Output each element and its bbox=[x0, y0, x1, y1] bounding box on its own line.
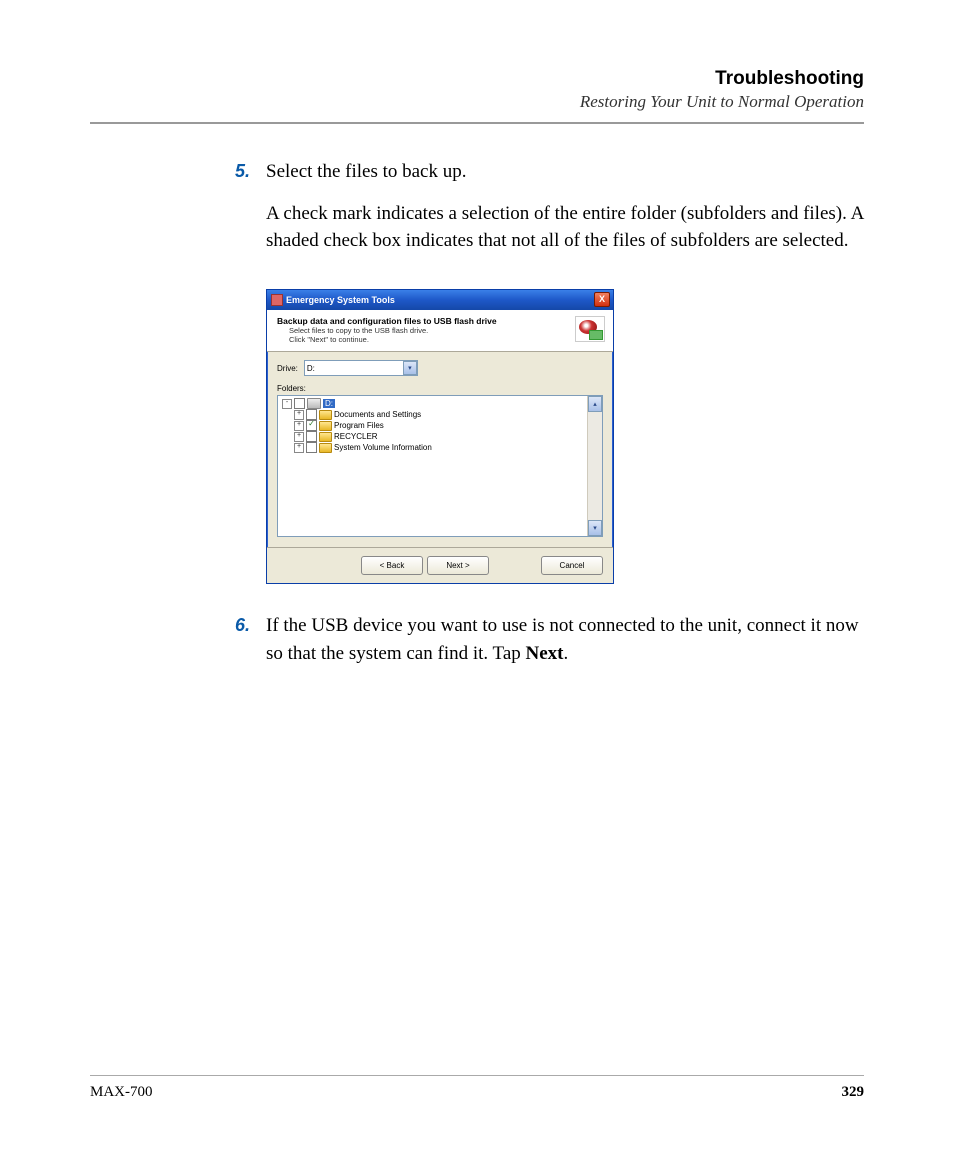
tree-item-label: System Volume Information bbox=[334, 443, 432, 452]
page-number: 329 bbox=[842, 1084, 865, 1101]
footer-model: MAX-700 bbox=[90, 1084, 153, 1101]
scroll-down-icon[interactable]: ▾ bbox=[588, 520, 602, 536]
backup-drive-icon bbox=[575, 316, 605, 342]
collapse-icon[interactable]: - bbox=[282, 399, 292, 409]
step-5-line-1: Select the files to back up. bbox=[266, 158, 864, 186]
drive-select-value: D: bbox=[307, 364, 315, 373]
emergency-system-tools-dialog: Emergency System Tools X Backup data and… bbox=[266, 289, 614, 585]
expand-icon[interactable]: + bbox=[294, 432, 304, 442]
step-5-number: 5. bbox=[210, 158, 266, 269]
cancel-button[interactable]: Cancel bbox=[541, 556, 603, 575]
expand-icon[interactable]: + bbox=[294, 443, 304, 453]
expand-icon[interactable]: + bbox=[294, 410, 304, 420]
expand-icon[interactable]: + bbox=[294, 421, 304, 431]
dialog-footer: < Back Next > Cancel bbox=[267, 547, 613, 583]
page-header-title: Troubleshooting bbox=[90, 68, 864, 90]
tree-checkbox[interactable] bbox=[306, 442, 317, 453]
folder-icon bbox=[319, 421, 332, 431]
dialog-subtext-2: Click "Next" to continue. bbox=[277, 335, 497, 345]
dialog-header: Backup data and configuration files to U… bbox=[267, 310, 613, 353]
dialog-titlebar: Emergency System Tools X bbox=[267, 290, 613, 310]
drive-select[interactable]: D: ▾ bbox=[304, 360, 418, 376]
folder-icon bbox=[319, 432, 332, 442]
tree-root-checkbox[interactable] bbox=[294, 398, 305, 409]
folder-icon bbox=[319, 410, 332, 420]
header-rule bbox=[90, 122, 864, 124]
tree-row[interactable]: + System Volume Information bbox=[282, 442, 583, 453]
vertical-scrollbar[interactable]: ▴ ▾ bbox=[587, 396, 602, 536]
scroll-up-icon[interactable]: ▴ bbox=[588, 396, 602, 412]
step-6-text: If the USB device you want to use is not… bbox=[266, 612, 864, 667]
tree-row[interactable]: + Program Files bbox=[282, 420, 583, 431]
footer-rule bbox=[90, 1075, 864, 1076]
next-button[interactable]: Next > bbox=[427, 556, 489, 575]
folder-tree[interactable]: - D: + Documents and Settings + bbox=[278, 396, 587, 536]
drive-icon bbox=[307, 398, 321, 409]
app-icon bbox=[271, 294, 283, 306]
step-6-number: 6. bbox=[210, 612, 266, 681]
close-icon[interactable]: X bbox=[594, 292, 610, 307]
drive-label: Drive: bbox=[277, 364, 298, 373]
tree-row[interactable]: + Documents and Settings bbox=[282, 409, 583, 420]
tree-root-label: D: bbox=[323, 399, 335, 408]
page-header-subtitle: Restoring Your Unit to Normal Operation bbox=[90, 92, 864, 112]
tree-item-label: Documents and Settings bbox=[334, 410, 421, 419]
tree-row[interactable]: + RECYCLER bbox=[282, 431, 583, 442]
tree-item-label: Program Files bbox=[334, 421, 384, 430]
tree-root-row[interactable]: - D: bbox=[282, 398, 583, 409]
back-button[interactable]: < Back bbox=[361, 556, 423, 575]
step-5-line-2: A check mark indicates a selection of th… bbox=[266, 200, 864, 255]
dialog-subtext-1: Select files to copy to the USB flash dr… bbox=[277, 326, 497, 336]
folder-icon bbox=[319, 443, 332, 453]
folders-label: Folders: bbox=[277, 384, 603, 393]
dialog-heading: Backup data and configuration files to U… bbox=[277, 316, 497, 326]
tree-checkbox[interactable] bbox=[306, 431, 317, 442]
tree-checkbox[interactable] bbox=[306, 420, 317, 431]
chevron-down-icon: ▾ bbox=[403, 361, 417, 375]
dialog-title: Emergency System Tools bbox=[286, 295, 395, 305]
tree-item-label: RECYCLER bbox=[334, 432, 378, 441]
